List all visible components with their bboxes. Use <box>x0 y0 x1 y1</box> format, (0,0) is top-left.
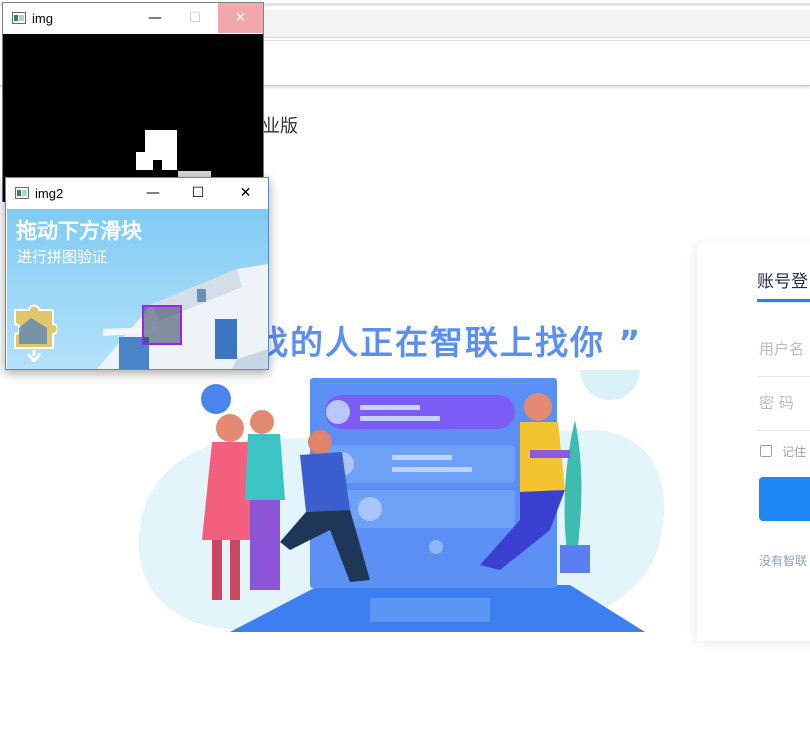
illustration-row-line <box>392 467 472 472</box>
illustration-bubble <box>580 370 640 400</box>
window-title: img <box>32 11 53 26</box>
login-panel: 账号登 用户名 密 码 记住 没有智联 <box>697 243 810 641</box>
register-link[interactable]: 没有智联 <box>759 552 807 569</box>
site-brand-fragment: 业版 <box>262 116 298 137</box>
illustration-person-head <box>216 414 244 442</box>
illustration-card-line <box>360 416 440 421</box>
captcha-title: 拖动下方滑块 <box>16 219 142 243</box>
window-app-icon <box>12 12 26 24</box>
close-button[interactable]: ✕ <box>218 3 263 33</box>
minimize-button[interactable]: — <box>133 178 173 208</box>
illustration-card-line <box>360 405 420 410</box>
window-img: img — ☐ ✕ <box>2 2 264 202</box>
hero-illustration <box>138 370 665 632</box>
username-field[interactable]: 用户名 <box>759 338 810 359</box>
illustration-pot <box>560 545 590 573</box>
illustration-person-head <box>308 430 332 454</box>
illustration-person-leg <box>212 540 222 600</box>
field-underline <box>757 376 810 377</box>
tab-account-login[interactable]: 账号登 <box>757 267 808 292</box>
window-titlebar[interactable]: img — ☐ ✕ <box>3 3 263 33</box>
illustration-person-body <box>245 434 285 500</box>
field-underline <box>757 430 810 431</box>
login-button[interactable] <box>759 477 810 521</box>
window-app-icon <box>15 187 29 199</box>
address-bar[interactable] <box>262 10 810 38</box>
illustration-row-avatar <box>358 497 382 521</box>
window-titlebar[interactable]: img2 — ☐ ✕ <box>6 178 268 208</box>
captcha-subtitle: 进行拼图验证 <box>17 248 108 266</box>
captcha-image: 拖动下方滑块 进行拼图验证 <box>7 209 268 369</box>
illustration-row-line <box>392 455 452 460</box>
illustration-person-head <box>524 393 552 421</box>
illustration-person-body <box>300 452 350 512</box>
matched-gap-box <box>142 305 182 345</box>
illustration-person-head <box>250 410 274 434</box>
illustration-card <box>325 395 515 429</box>
window-title: img2 <box>35 186 64 201</box>
illustration-person-leg <box>250 500 280 590</box>
tab-divider <box>757 302 810 303</box>
toolbar-divider <box>262 40 810 41</box>
illustration-board-dot <box>429 540 443 554</box>
illustration-person-leg <box>230 540 240 600</box>
remember-checkbox[interactable] <box>760 445 772 457</box>
illustration-card-avatar <box>326 400 350 424</box>
illustration-clock <box>201 384 231 414</box>
maximize-button[interactable]: ☐ <box>178 178 218 208</box>
window-img2: img2 — ☐ ✕ 拖动下方滑块 进行拼图验证 <box>5 177 269 370</box>
illustration-chair <box>530 450 570 458</box>
remember-label: 记住 <box>782 445 807 459</box>
close-button[interactable]: ✕ <box>223 178 268 208</box>
illustration-floor-tile <box>370 598 490 622</box>
minimize-button[interactable]: — <box>135 3 175 33</box>
hero-slogan: 找的人正在智联上找你 ” <box>255 323 643 362</box>
maximize-button[interactable]: ☐ <box>175 3 215 33</box>
password-field[interactable]: 密 码 <box>759 392 810 413</box>
puzzle-piece-icon[interactable] <box>11 304 57 362</box>
